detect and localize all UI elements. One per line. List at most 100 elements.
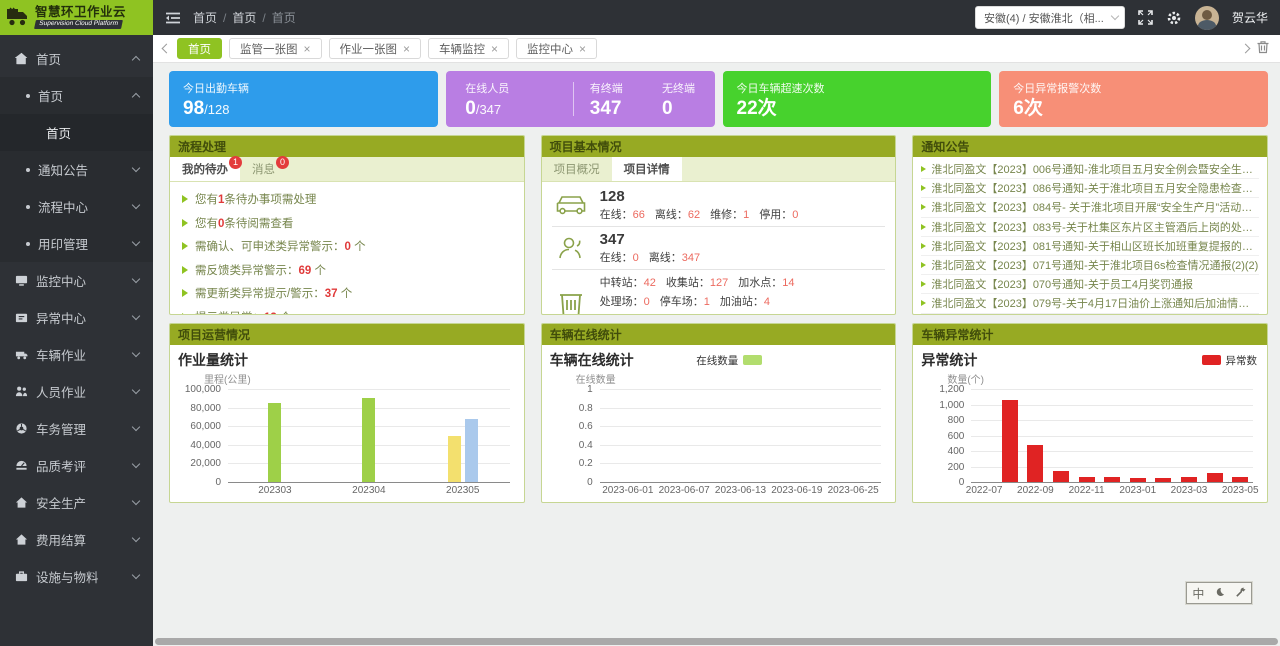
sidebar-item-vehicle-ops[interactable]: 车辆作业 [0,336,153,373]
close-icon[interactable]: × [579,43,586,55]
breadcrumb-item: 首页 [272,9,296,26]
chart-bar [1002,400,1018,482]
tab-project-overview[interactable]: 项目概况 [542,157,612,181]
sidebar-item-facilities-materials[interactable]: 设施与物料 [0,558,153,595]
chart-bar [1155,478,1171,482]
notice-item[interactable]: 淮北同盈文【2023】070号通知-关于员工4月奖罚通报 [921,275,1259,294]
chart-bar [1232,477,1248,482]
y-axis-label: 里程(公里) [204,371,514,386]
people-icon [554,236,588,260]
dashboard-content: 今日出勤车辆 98/128 在线人员 0/347 有终端 347 无终端 [153,63,1280,646]
process-item[interactable]: 需更新类异常提示/警示：37 个 [182,285,512,301]
breadcrumb-item[interactable]: 首页 [232,9,265,26]
personnel-total: 347 [600,231,710,249]
chevron-down-icon [132,164,140,172]
close-icon[interactable]: × [403,43,410,55]
sidebar-item-process-center[interactable]: 流程中心 [0,188,153,225]
tab-scroll-left-icon[interactable] [162,44,172,54]
breadcrumb-item[interactable]: 首页 [193,9,226,26]
panel-vehicle-online: 车辆在线统计 车辆在线统计在线数量 在线数量 10.80.60.40.20 20… [541,323,897,503]
trash-icon[interactable] [1256,40,1270,57]
tab-label: 车辆监控 [439,41,485,57]
app-logo: 智慧环卫作业云 Supervision Cloud Platform [0,0,153,35]
tab-project-details[interactable]: 项目详情 [612,157,682,181]
notice-item[interactable]: 淮北同盈文【2023】083号-关于杜集区东片区主管酒后上岗的处罚通告 [921,218,1259,237]
sidebar-item-notices[interactable]: 通知公告 [0,151,153,188]
tab-home[interactable]: 首页 [177,38,222,59]
chevron-down-icon [1111,12,1119,20]
tab-messages[interactable]: 消息 0 [240,157,287,181]
vehicle-total: 128 [600,188,809,206]
tab-scroll-right-icon[interactable] [1241,44,1251,54]
panel-vehicle-exceptions: 车辆异常统计 异常统计异常数 数量(个) 1,2001,000800600400… [912,323,1268,503]
sidebar-item-home-sub[interactable]: 首页 [0,77,153,114]
chart-bar [465,419,478,482]
sidebar-item-monitor-center[interactable]: 监控中心 [0,262,153,299]
y-axis-label: 数量(个) [947,371,1257,386]
sidebar-item-label: 用印管理 [38,234,88,253]
moon-icon [1215,586,1225,600]
chart-bar [1207,473,1223,482]
sidebar-item-seal-mgmt[interactable]: 用印管理 [0,225,153,262]
tab-operation-map[interactable]: 作业一张图 × [329,38,422,59]
gear-icon[interactable] [1166,10,1182,26]
truck-logo-icon [6,7,30,29]
briefcase-icon [14,570,28,584]
card-value: 0 [465,98,476,119]
sidebar-item-home-leaf[interactable]: 首页 [0,114,153,151]
tab-monitor-center[interactable]: 监控中心 × [516,38,597,59]
notice-item[interactable]: 淮北同盈文【2023】081号通知-关于相山区班长加班重复提报的通报 [921,237,1259,256]
close-icon[interactable]: × [304,43,311,55]
process-item[interactable]: 需反馈类异常警示：69 个 [182,262,512,278]
sidebar-item-quality-review[interactable]: 品质考评 [0,447,153,484]
ime-mode-indicator: 中 [1192,585,1204,602]
sidebar-item-label: 监控中心 [36,271,86,290]
car-icon [554,192,588,218]
tab-label: 我的待办 [182,164,228,176]
project-personnel-row: 347 在线：0离线：347 [552,227,886,270]
chart-legend: 异常数 [1202,353,1258,368]
card-label: 今日出勤车辆 [183,80,424,96]
avatar[interactable] [1195,6,1219,30]
fullscreen-icon[interactable] [1138,10,1153,25]
sidebar-home-children: 首页 首页 通知公告 流程中心 用印管理 [0,77,153,262]
arrow-right-icon [921,204,926,210]
horizontal-scrollbar[interactable] [155,638,1278,645]
close-icon[interactable]: × [491,43,498,55]
process-items: 您有1条待办事项需处理 您有0条待阅需查看 需确认、可申述类异常警示：0 个 需… [170,182,524,315]
ime-toolbar[interactable]: 中 [1186,582,1252,604]
tab-supervision-map[interactable]: 监管一张图 × [229,38,322,59]
chart-bar [1027,445,1043,482]
process-item[interactable]: 您有0条待阅需查看 [182,215,512,231]
notice-item[interactable]: 淮北同盈文【2023】006号通知-淮北项目五月安全例会暨安全生产月启动会… [921,160,1259,179]
plot-area [228,389,510,483]
app-subtitle: Supervision Cloud Platform [34,20,123,29]
process-item[interactable]: 需确认、可申述类异常警示：0 个 [182,238,512,254]
arrow-right-icon [921,224,926,230]
process-item[interactable]: 您有1条待办事项需处理 [182,191,512,207]
sidebar-item-home[interactable]: 首页 [0,40,153,77]
people-icon [14,385,28,399]
sidebar-item-fleet-mgmt[interactable]: 车务管理 [0,410,153,447]
tab-my-todo[interactable]: 我的待办 1 [170,157,240,181]
sidebar-item-label: 费用结算 [36,530,86,549]
chevron-down-icon [132,386,140,394]
sidebar-item-safety-production[interactable]: 安全生产 [0,484,153,521]
topbar: 首页 首页 首页 安徽(4) / 安徽淮北（相... 贺云华 [153,0,1280,35]
tab-vehicle-monitor[interactable]: 车辆监控 × [428,38,509,59]
notice-item[interactable]: 淮北同盈文【2023】079号-关于4月17日油价上涨通知后加油情况通报 [921,294,1259,313]
tab-label: 项目详情 [624,164,670,176]
sidebar-item-cost-settlement[interactable]: 费用结算 [0,521,153,558]
notice-item[interactable]: 淮北同盈文【2023】086号通知-关于淮北项目五月安全隐患检查情况通告 [921,179,1259,198]
collapse-menu-icon[interactable] [165,11,181,25]
notice-item[interactable]: 淮北同盈文【2023】084号- 关于淮北项目开展“安全生产月”活动的通知 [921,198,1259,217]
chart-title: 车辆在线统计 [550,350,634,370]
sidebar-item-label: 车辆作业 [36,345,86,364]
notice-item[interactable]: 淮北同盈文【2023】071号通知-关于淮北项目6s检查情况通报(2)(2) [921,256,1259,275]
process-item[interactable]: 提示类异常：13 个 [182,309,512,316]
sidebar-item-personnel-ops[interactable]: 人员作业 [0,373,153,410]
region-select[interactable]: 安徽(4) / 安徽淮北（相... [975,6,1125,29]
notice-list: 淮北同盈文【2023】006号通知-淮北项目五月安全例会暨安全生产月启动会… 淮… [913,157,1267,315]
home-icon [14,52,28,66]
sidebar-item-exception-center[interactable]: 异常中心 [0,299,153,336]
